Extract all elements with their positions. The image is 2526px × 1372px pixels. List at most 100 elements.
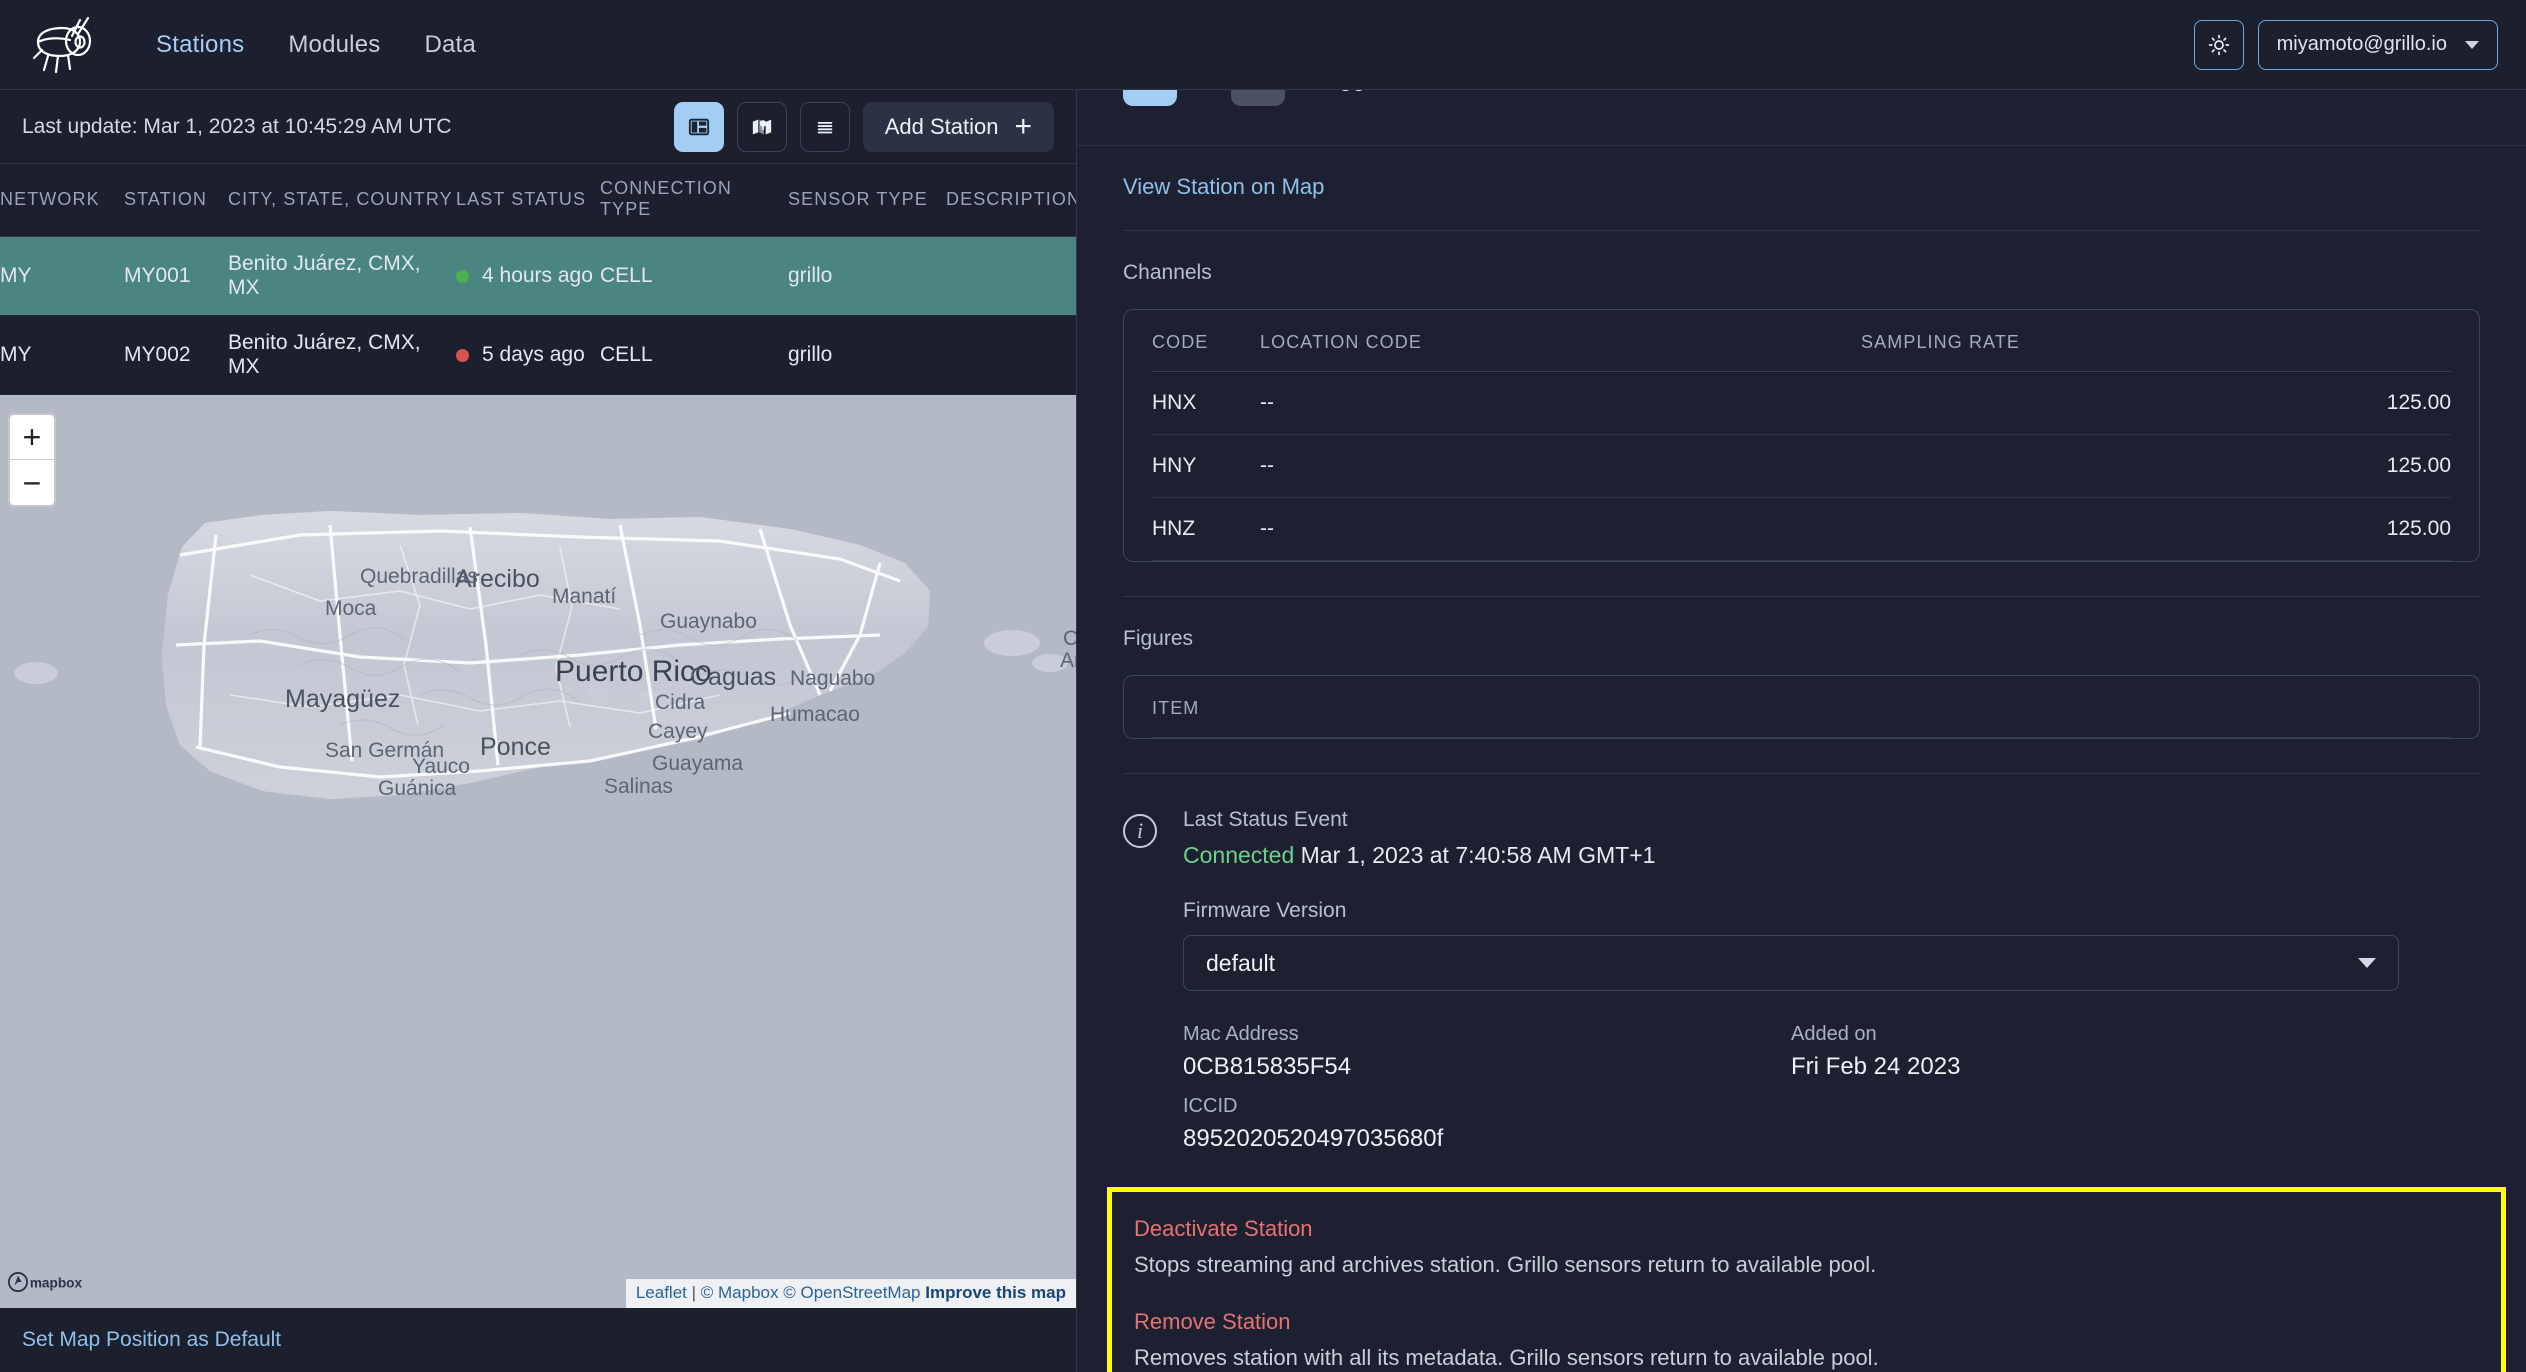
iccid-value: 895202052049703568​0f <box>1183 1125 1444 1152</box>
stations-table-header-row: NETWORK STATION CITY, STATE, COUNTRY LAS… <box>0 164 1080 237</box>
table-row[interactable]: MY MY001 Benito Juárez, CMX, MX 4 hours … <box>0 236 1076 316</box>
app-root: Stations Modules Data miyamoto@grillo.io… <box>0 0 2526 1372</box>
user-account-menu[interactable]: miyamoto@grillo.io <box>2257 19 2498 70</box>
cell-description <box>946 236 1076 316</box>
status-text: 5 days ago <box>482 343 585 366</box>
divider <box>1123 230 2480 231</box>
channel-location-code: -- <box>1260 497 1862 561</box>
cell-station: MY001 <box>124 236 228 316</box>
cell-last-status: 4 hours ago <box>456 236 600 316</box>
firmware-version-select[interactable]: default <box>1183 935 2399 991</box>
station-details-clipped-header: gg <box>1077 90 2526 146</box>
last-status-content: Last Status Event Connected Mar 1, 2023 … <box>1183 808 2399 1153</box>
channels-col-location-code: LOCATION CODE <box>1260 310 1862 372</box>
cell-description <box>946 315 1076 395</box>
cell-sensor-type: grillo <box>788 315 946 395</box>
grillo-cricket-logo-icon[interactable] <box>28 14 120 76</box>
theme-toggle-sun-icon[interactable] <box>2193 19 2244 70</box>
channels-table-body: HNX -- 125.00 HNY -- 125.00 HNZ -- 125.0… <box>1152 371 2451 561</box>
set-map-position-default-link[interactable]: Set Map Position as Default <box>22 1328 281 1352</box>
map-tiles <box>0 395 1076 915</box>
remove-station-description: Removes station with all its metadata. G… <box>1134 1345 1879 1370</box>
map-zoom-in-button[interactable]: + <box>10 415 54 460</box>
stations-table: NETWORK STATION CITY, STATE, COUNTRY LAS… <box>0 164 1080 395</box>
stations-subheader: Last update: Mar 1, 2023 at 10:45:29 AM … <box>0 90 1076 164</box>
status-dot-offline <box>456 348 469 362</box>
view-toggle-map[interactable] <box>736 101 787 152</box>
attrib-openstreetmap[interactable]: © OpenStreetMap <box>783 1283 920 1302</box>
stations-table-wrapper: NETWORK STATION CITY, STATE, COUNTRY LAS… <box>0 164 1080 395</box>
deactivate-station-description: Stops streaming and archives station. Gr… <box>1134 1252 1877 1277</box>
col-header-network: NETWORK <box>0 164 124 237</box>
view-toggle-split[interactable] <box>673 101 724 152</box>
status-dot-online <box>456 269 469 283</box>
col-header-last-status: LAST STATUS <box>456 164 600 237</box>
table-row[interactable]: MY MY002 Benito Juárez, CMX, MX 5 days a… <box>0 315 1076 395</box>
map-viewport[interactable]: + − San JuanPuerto RicoPonceMayagüezCagu… <box>0 395 1076 1308</box>
status-text: 4 hours ago <box>482 264 593 287</box>
added-on-column: Added on Fri Feb 24 2023 <box>1791 1023 2399 1153</box>
danger-zone-highlight: Deactivate Station Stops streaming and a… <box>1107 1187 2506 1372</box>
mac-address-value: 0CB815835F54 <box>1183 1053 1352 1080</box>
clipped-secondary-button[interactable] <box>1231 90 1285 106</box>
channel-code: HNX <box>1152 371 1260 435</box>
channel-code: HNY <box>1152 434 1260 498</box>
channels-card: CODE LOCATION CODE SAMPLING RATE HNX -- … <box>1123 309 2480 562</box>
attrib-leaflet[interactable]: Leaflet <box>636 1283 687 1302</box>
cell-sensor-type: grillo <box>788 236 946 316</box>
station-details-scroll: gg View Station on Map Channels CODE LOC… <box>1077 90 2526 1372</box>
channels-table: CODE LOCATION CODE SAMPLING RATE HNX -- … <box>1152 310 2451 561</box>
clipped-primary-button[interactable] <box>1123 90 1177 106</box>
nav-link-stations[interactable]: Stations <box>156 31 244 59</box>
col-header-station: STATION <box>124 164 228 237</box>
attrib-separator: | <box>691 1283 697 1302</box>
last-status-event-label: Last Status Event <box>1183 808 1348 831</box>
station-meta-grid: Mac Address 0CB815835F54 ICCID 895202052… <box>1183 1023 2399 1153</box>
view-station-on-map-link[interactable]: View Station on Map <box>1123 146 1324 230</box>
cell-station: MY002 <box>124 315 228 395</box>
left-column: Last update: Mar 1, 2023 at 10:45:29 AM … <box>0 90 1080 1372</box>
remove-station-button[interactable]: Remove Station <box>1134 1309 2479 1335</box>
view-toggle-list[interactable] <box>799 101 850 152</box>
nav-link-data[interactable]: Data <box>424 31 476 59</box>
info-icon: i <box>1123 814 1157 848</box>
table-row: HNY -- 125.00 <box>1152 434 2451 498</box>
added-on-label: Added on <box>1791 1023 1877 1045</box>
clipped-header-text: gg <box>1339 90 1366 93</box>
channels-col-code: CODE <box>1152 310 1260 372</box>
chevron-down-icon <box>2358 958 2376 968</box>
deactivate-station-button[interactable]: Deactivate Station <box>1134 1216 2479 1242</box>
attrib-improve-this-map[interactable]: Improve this map <box>925 1283 1066 1302</box>
station-details-panel: gg View Station on Map Channels CODE LOC… <box>1076 90 2526 1372</box>
channel-sampling-rate: 125.00 <box>1861 434 2451 498</box>
map-zoom-out-button[interactable]: − <box>10 460 54 505</box>
channels-header-row: CODE LOCATION CODE SAMPLING RATE <box>1152 310 2451 372</box>
station-details-body: View Station on Map Channels CODE LOCATI… <box>1077 146 2526 1153</box>
user-email-label: miyamoto@grillo.io <box>2276 33 2447 55</box>
last-status-timestamp: Mar 1, 2023 at 7:40:58 AM GMT+1 <box>1300 842 1656 868</box>
clipped-header-row: gg <box>1123 90 1366 106</box>
add-station-label: Add Station <box>884 113 999 139</box>
table-row: HNZ -- 125.00 <box>1152 497 2451 561</box>
iccid-label: ICCID <box>1183 1095 1238 1117</box>
add-station-button[interactable]: Add Station + <box>862 101 1054 152</box>
subheader-actions: Add Station + <box>673 101 1054 152</box>
firmware-version-value: default <box>1206 949 1276 976</box>
cell-city: Benito Juárez, CMX, MX <box>228 236 456 316</box>
top-navigation-bar: Stations Modules Data miyamoto@grillo.io <box>0 0 2526 90</box>
channel-location-code: -- <box>1260 371 1862 435</box>
map-footer: Set Map Position as Default <box>0 1308 1076 1372</box>
status-badge: Connected <box>1183 842 1295 868</box>
cell-last-status: 5 days ago <box>456 315 600 395</box>
attrib-mapbox[interactable]: © Mapbox <box>701 1283 779 1302</box>
figures-section-title: Figures <box>1123 627 1194 650</box>
cell-network: MY <box>0 236 124 316</box>
chevron-down-icon <box>2465 40 2479 49</box>
last-update-text: Last update: Mar 1, 2023 at 10:45:29 AM … <box>22 114 452 138</box>
channels-col-sampling-rate: SAMPLING RATE <box>1861 310 2451 372</box>
channel-sampling-rate: 125.00 <box>1861 371 2451 435</box>
last-status-event-value: Connected Mar 1, 2023 at 7:40:58 AM GMT+… <box>1183 842 2399 869</box>
nav-link-modules[interactable]: Modules <box>288 31 380 59</box>
added-on-value: Fri Feb 24 2023 <box>1791 1053 1961 1080</box>
mapbox-logo-icon[interactable]: mapbox <box>8 1268 108 1296</box>
